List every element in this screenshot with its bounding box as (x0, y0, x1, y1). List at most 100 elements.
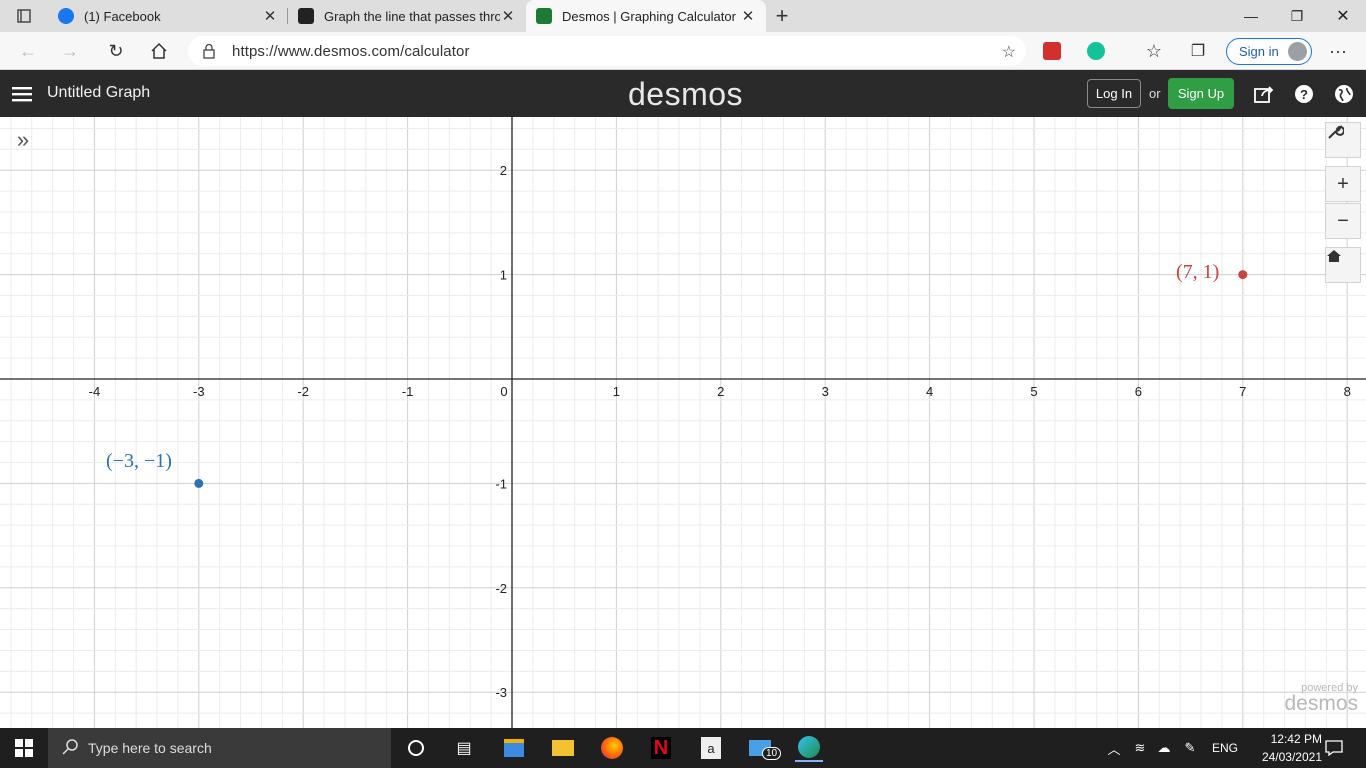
browser-sign-in-button[interactable]: Sign in (1226, 38, 1312, 65)
desmos-header: Untitled Graph desmos Log In or Sign Up … (0, 70, 1366, 117)
facebook-icon (58, 8, 74, 24)
task-view-icon[interactable]: ▤ (450, 734, 478, 762)
default-viewport-home-icon[interactable] (1325, 247, 1361, 283)
tab-actions-icon[interactable] (8, 0, 40, 32)
svg-text:?: ? (1300, 87, 1308, 102)
graph-point[interactable] (1238, 270, 1248, 280)
powered-by-logo: desmos (1284, 692, 1358, 715)
favorite-star-icon[interactable]: ☆ (1002, 42, 1016, 62)
x-tick-label: 6 (1135, 384, 1142, 399)
reload-button[interactable]: ↻ (100, 35, 132, 67)
system-clock[interactable]: 12:42 PM 24/03/2021 (1240, 730, 1322, 766)
desmos-icon (536, 8, 552, 24)
minimize-button[interactable]: — (1228, 0, 1274, 32)
point-label-7-1: (7, 1) (1176, 261, 1220, 283)
y-tick-label: 1 (500, 268, 507, 283)
x-tick-label: -3 (193, 384, 205, 399)
browser-toolbar: ← → ↻ https://www.desmos.com/calculator … (0, 32, 1366, 70)
tab-title: Desmos | Graphing Calculator (562, 8, 736, 24)
sign-in-label: Sign in (1239, 44, 1279, 59)
search-placeholder: Type here to search (88, 740, 212, 756)
close-icon[interactable]: ✕ (262, 7, 278, 25)
zoom-out-icon[interactable]: − (1325, 203, 1361, 239)
mail-badge: 10 (762, 747, 782, 760)
x-tick-label: 4 (926, 384, 933, 399)
pen-workspace-icon[interactable]: ✎ (1176, 734, 1204, 762)
close-window-button[interactable]: ✕ (1320, 0, 1366, 32)
zoom-in-icon[interactable]: + (1325, 166, 1361, 202)
onedrive-error-icon[interactable]: ☁ (1150, 734, 1178, 762)
avatar (1288, 42, 1307, 61)
taskbar-search-box[interactable]: Type here to search (48, 728, 391, 768)
clock-date: 24/03/2021 (1261, 750, 1322, 764)
help-icon[interactable]: ? (1292, 82, 1316, 106)
tab-divider (287, 8, 288, 24)
graph-point[interactable] (194, 478, 204, 488)
favorites-icon[interactable]: ☆ (1138, 35, 1170, 67)
x-tick-label: 7 (1239, 384, 1246, 399)
or-text: or (1149, 86, 1161, 101)
close-icon[interactable]: ✕ (740, 7, 756, 25)
grammarly-icon[interactable] (1080, 35, 1112, 67)
x-tick-label: 8 (1344, 384, 1351, 399)
tab-title: Graph the line that passes throu (324, 8, 500, 24)
tab-desmos[interactable]: Desmos | Graphing Calculator ✕ (526, 0, 766, 32)
powered-by-desmos: powered by desmos (1278, 682, 1358, 714)
mail-icon[interactable]: 10 (746, 734, 782, 762)
microsoft-store-icon[interactable] (500, 734, 528, 762)
graph-paper[interactable]: -4 -3 -2 -1 0 1 2 3 4 5 6 7 8 2 1 -1 -2 -3 » + − (7, 1) (… (0, 117, 1366, 728)
home-button[interactable] (143, 35, 175, 67)
more-options-icon[interactable]: ··· (1322, 35, 1354, 67)
x-tick-label: -1 (402, 384, 414, 399)
tab-brainly[interactable]: Graph the line that passes throu ✕ (290, 0, 524, 32)
url-text: https://www.desmos.com/calculator (232, 42, 470, 60)
log-in-button[interactable]: Log In (1087, 79, 1141, 108)
cortana-icon[interactable] (402, 734, 430, 762)
show-hidden-icons-chevron-icon[interactable]: ︿ (1100, 734, 1128, 762)
pdf-extension-icon[interactable] (1036, 35, 1068, 67)
lock-icon[interactable] (202, 43, 216, 63)
x-tick-label: 2 (717, 384, 724, 399)
hamburger-menu-icon[interactable] (10, 82, 34, 106)
sign-up-button[interactable]: Sign Up (1168, 78, 1234, 109)
firefox-icon[interactable] (598, 734, 626, 762)
graph-settings-wrench-icon[interactable] (1325, 122, 1361, 158)
restore-button[interactable]: ❐ (1274, 0, 1320, 32)
notifications-icon[interactable] (1320, 734, 1348, 762)
new-tab-button[interactable]: + (766, 0, 798, 32)
browser-tab-strip: (1) Facebook ✕ Graph the line that passe… (0, 0, 1366, 32)
tab-title: (1) Facebook (84, 8, 161, 24)
windows-start-icon[interactable] (10, 734, 38, 762)
search-icon (62, 738, 78, 758)
edge-browser-icon[interactable] (795, 734, 823, 762)
show-expression-list-icon[interactable]: » (8, 125, 38, 155)
graph-title[interactable]: Untitled Graph (47, 84, 150, 102)
language-globe-icon[interactable] (1332, 82, 1356, 106)
y-tick-label: -1 (495, 476, 507, 491)
x-tick-label: 0 (500, 384, 507, 399)
file-explorer-icon[interactable] (549, 734, 577, 762)
windows-taskbar: Type here to search ▤ N a 10 ︿ ≋ ☁ ✎ ENG… (0, 728, 1366, 768)
netflix-icon[interactable]: N (647, 734, 675, 762)
language-indicator[interactable]: ENG (1212, 741, 1238, 755)
brainly-icon (298, 8, 314, 24)
clock-time: 12:42 PM (1270, 732, 1322, 746)
x-tick-label: -4 (89, 384, 101, 399)
x-tick-label: 1 (613, 384, 620, 399)
share-icon[interactable] (1252, 82, 1276, 106)
y-tick-label: -3 (495, 685, 507, 700)
y-tick-label: -2 (495, 581, 507, 596)
close-icon[interactable]: ✕ (500, 7, 516, 25)
back-button[interactable]: ← (12, 35, 44, 67)
forward-button[interactable]: → (54, 35, 86, 67)
point-label-neg3-neg1: (−3, −1) (106, 450, 172, 472)
tab-facebook[interactable]: (1) Facebook ✕ (50, 0, 286, 32)
amazon-icon[interactable]: a (697, 734, 725, 762)
x-tick-label: 5 (1030, 384, 1037, 399)
collections-icon[interactable]: ❐ (1182, 35, 1214, 67)
x-tick-label: 3 (822, 384, 829, 399)
graph-grid: -4 -3 -2 -1 0 1 2 3 4 5 6 7 8 2 1 -1 -2 -3 (0, 117, 1366, 728)
x-tick-label: -2 (297, 384, 309, 399)
y-tick-label: 2 (500, 163, 507, 178)
address-bar[interactable]: https://www.desmos.com/calculator ☆ (188, 36, 1026, 66)
